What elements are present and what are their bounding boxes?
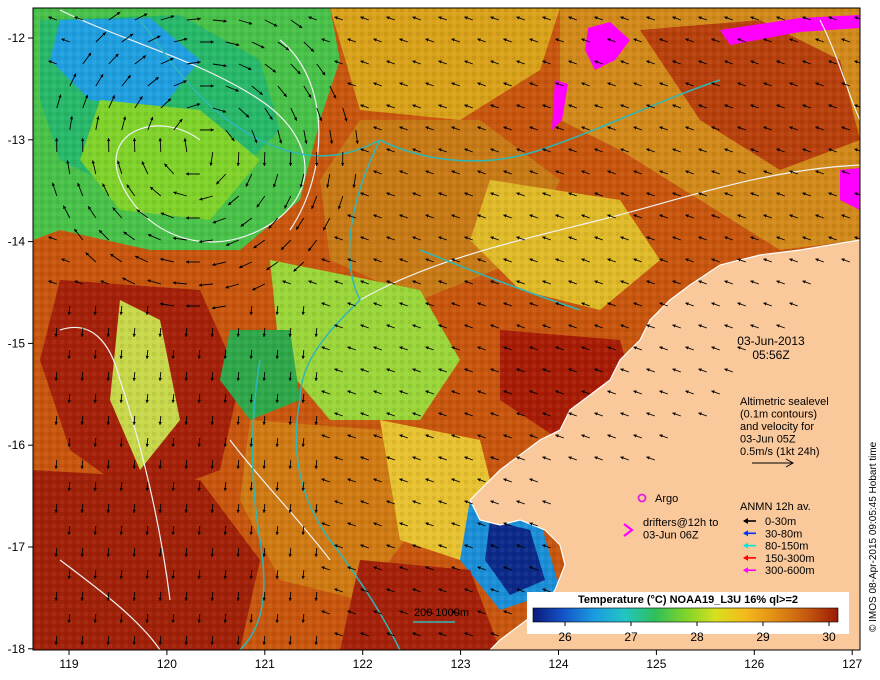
- depth-legend-label: 80-150m: [765, 541, 808, 553]
- x-axis: 119 120 121 122 123 124 125 126 127: [59, 650, 863, 671]
- x-tick-label: 123: [451, 657, 471, 671]
- x-tick-label: 125: [646, 657, 666, 671]
- drifter-line: drifters@12h to: [643, 517, 718, 529]
- x-tick-label: 126: [744, 657, 764, 671]
- isobath-legend-label: 200 1000m: [414, 607, 469, 619]
- x-tick-label: 127: [842, 657, 862, 671]
- altimetry-line: Altimetric sealevel: [740, 396, 829, 408]
- anmn-title: ANMN 12h av.: [740, 501, 811, 513]
- y-tick-label: -16: [8, 438, 26, 452]
- credit-label: © IMOS 08-Apr-2015 09:05:45 Hobart time: [868, 441, 879, 632]
- date-label: 03-Jun-2013: [737, 334, 805, 348]
- time-label: 05:56Z: [752, 348, 789, 362]
- y-tick-label: -14: [8, 235, 26, 249]
- altimetry-line: 03-Jun 05Z: [740, 434, 796, 446]
- x-tick-label: 122: [353, 657, 373, 671]
- depth-legend-label: 30-80m: [765, 528, 802, 540]
- colorbar-tick-label: 26: [558, 630, 572, 644]
- colorbar: [532, 607, 839, 623]
- depth-legend-label: 150-300m: [765, 553, 815, 565]
- y-tick-label: -18: [8, 642, 26, 656]
- altimetry-line: (0.1m contours): [740, 409, 817, 421]
- colorbar-tick-label: 29: [756, 630, 770, 644]
- altimetry-line: 0.5m/s (1kt 24h): [740, 446, 819, 458]
- colorbar-tick-label: 28: [690, 630, 704, 644]
- colorbar-title: Temperature (°C) NOAA19_L3U 16% ql>=2: [578, 594, 798, 606]
- y-tick-label: -12: [8, 31, 26, 45]
- altimetry-line: and velocity for: [740, 421, 814, 433]
- x-tick-label: 120: [157, 657, 177, 671]
- plot-area: [33, 8, 860, 650]
- y-tick-label: -13: [8, 133, 26, 147]
- colorbar-tick-label: 30: [822, 630, 836, 644]
- drifter-line: 03-Jun 06Z: [643, 530, 699, 542]
- depth-legend-label: 300-600m: [765, 565, 815, 577]
- colorbar-tick-label: 27: [624, 630, 638, 644]
- x-tick-label: 119: [59, 657, 78, 671]
- depth-legend-label: 0-30m: [765, 516, 796, 528]
- argo-label: Argo: [655, 493, 678, 505]
- y-axis: -12 -13 -14 -15 -16 -17 -18: [8, 31, 33, 656]
- x-tick-label: 124: [548, 657, 568, 671]
- sst-map: 119 120 121 122 123 124 125 126 127 -12 -13 -14 -15…: [8, 7, 879, 671]
- y-tick-label: -17: [8, 540, 26, 554]
- x-tick-label: 121: [255, 657, 275, 671]
- y-tick-label: -15: [8, 336, 26, 350]
